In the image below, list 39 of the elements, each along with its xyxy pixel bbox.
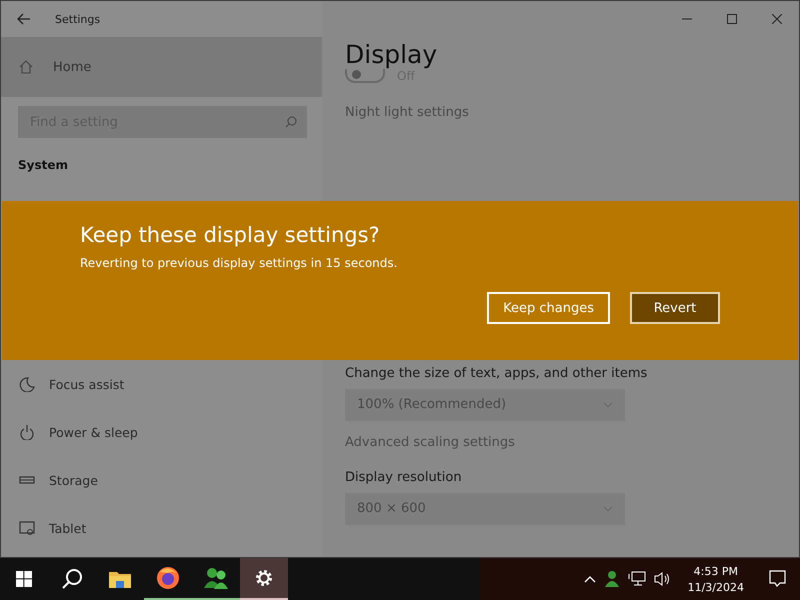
banner-title: Keep these display settings? — [80, 223, 380, 247]
home-icon — [19, 60, 33, 74]
banner-button[interactable]: Keep changes — [487, 292, 610, 324]
taskbar-app[interactable] — [240, 558, 288, 600]
network-icon[interactable] — [628, 571, 646, 587]
window-title: Settings — [55, 12, 100, 26]
clock[interactable]: 4:53 PM 11/3/2024 — [680, 564, 752, 594]
power-icon — [19, 424, 35, 440]
page-title: Display — [345, 41, 438, 68]
speaker-icon[interactable] — [654, 571, 672, 587]
night-light-link[interactable]: Night light settings — [345, 104, 469, 120]
advanced-scaling-link[interactable]: Advanced scaling settings — [345, 434, 515, 450]
search-icon — [61, 568, 83, 590]
caret-icon[interactable] — [584, 575, 596, 583]
windows-logo-icon — [16, 571, 32, 587]
home-item[interactable]: Home — [1, 37, 322, 97]
sidebar-item[interactable]: Tablet — [1, 504, 322, 552]
close-icon — [772, 14, 782, 24]
tablet-icon — [19, 520, 35, 536]
browser-icon — [156, 566, 180, 590]
person-icon[interactable] — [604, 570, 620, 588]
moon-icon — [19, 376, 35, 392]
folder-icon — [108, 569, 132, 589]
back-arrow-icon[interactable] — [17, 13, 31, 25]
search-icon — [285, 116, 297, 128]
sidebar-item[interactable]: Focus assist — [1, 360, 322, 408]
resolution-label: Display resolution — [345, 470, 462, 484]
section-heading: System — [18, 158, 69, 172]
sidebar-item[interactable]: Power & sleep — [1, 408, 322, 456]
banner-message: Reverting to previous display settings in 15 seconds. — [80, 256, 398, 270]
scale-label: Change the size of text, apps, and other items — [345, 366, 648, 380]
maximize-icon — [726, 14, 736, 24]
people-icon — [203, 566, 229, 590]
banner-button[interactable]: Revert — [630, 292, 720, 324]
chevron-icon — [603, 506, 613, 512]
chevron-icon — [603, 402, 613, 408]
sidebar-item[interactable]: Storage — [1, 456, 322, 504]
settings-icon — [254, 568, 274, 588]
toggle-switch[interactable] — [345, 68, 385, 82]
